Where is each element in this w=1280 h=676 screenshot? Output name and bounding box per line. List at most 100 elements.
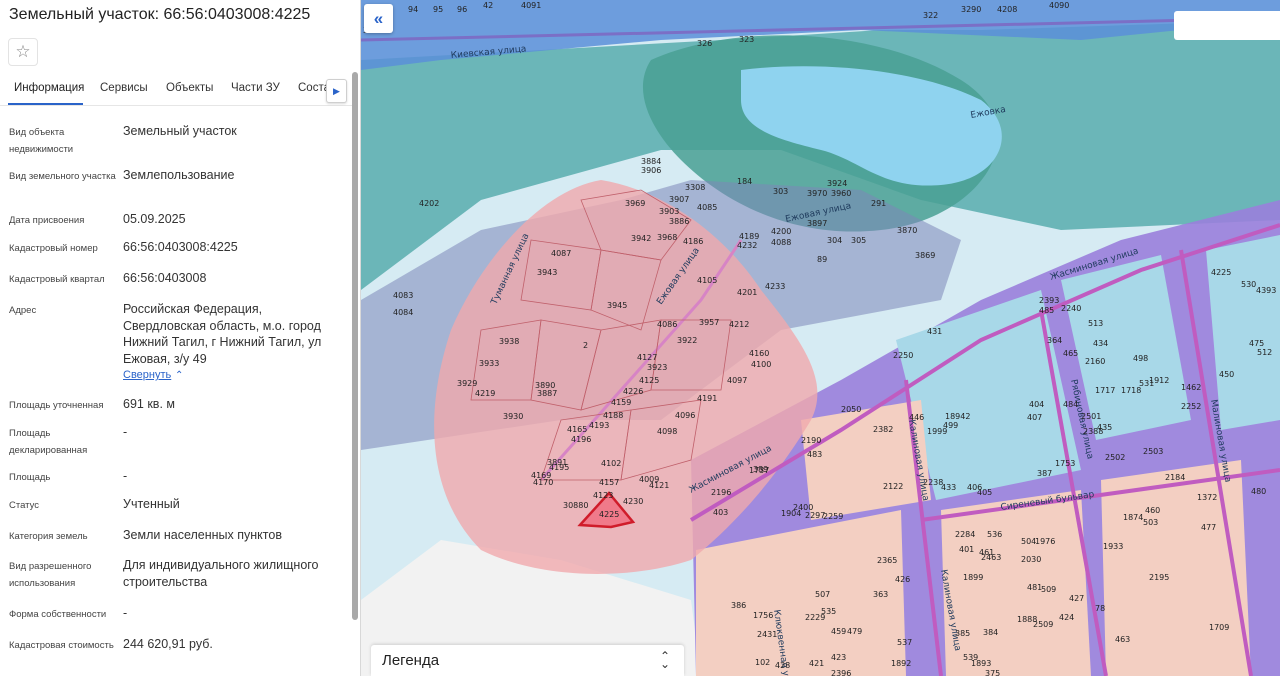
- label-ownership: Форма собственности: [9, 609, 107, 620]
- active-tab-underline: [8, 103, 83, 105]
- parcel-number: 364: [1047, 336, 1062, 345]
- tabs-scroll-right-icon[interactable]: ▶: [326, 79, 347, 103]
- parcel-number: 4226: [623, 387, 643, 396]
- parcel-number: 4193: [589, 421, 609, 430]
- parcel-number: 2240: [1061, 304, 1081, 313]
- info-panel: Земельный участок: 66:56:0403008:4225 ☆ …: [0, 0, 361, 676]
- label-area-declared: Площадь декларированная: [9, 428, 88, 456]
- parcel-number: 1976: [1035, 537, 1055, 546]
- parcel-number: 503: [1143, 518, 1158, 527]
- parcel-number: 2: [583, 341, 588, 350]
- parcel-number: 4195: [549, 463, 569, 472]
- map-search-box[interactable]: [1174, 11, 1280, 40]
- parcel-number: 2388: [1083, 427, 1103, 436]
- tab-objects[interactable]: Объекты: [166, 82, 213, 94]
- parcel-number: 512: [1257, 348, 1272, 357]
- parcel-number: 4186: [683, 237, 703, 246]
- parcel-number: 2250: [893, 351, 913, 360]
- parcel-number: 4230: [623, 497, 643, 506]
- parcel-number: 4165: [567, 425, 587, 434]
- parcel-number: 509: [1041, 585, 1056, 594]
- parcel-number: 3922: [677, 336, 697, 345]
- parcel-number: 4219: [475, 389, 495, 398]
- parcel-number: 1462: [1181, 383, 1201, 392]
- parcel-number: 3969: [625, 199, 645, 208]
- parcel-number: 2365: [877, 556, 897, 565]
- legend-bar[interactable]: Легенда ⌃ ⌄: [371, 645, 684, 676]
- parcel-number: 499: [943, 421, 958, 430]
- parcel-number: 3945: [607, 301, 627, 310]
- parcel-number: 481: [1027, 583, 1042, 592]
- parcel-number: 1717: [1095, 386, 1115, 395]
- parcel-number: 2252: [1181, 402, 1201, 411]
- parcel-number: 2229: [805, 613, 825, 622]
- parcel-number: 423: [831, 653, 846, 662]
- parcel-number: 2030: [1021, 555, 1041, 564]
- parcel-number: 4212: [729, 320, 749, 329]
- parcel-number: 30880: [563, 501, 588, 510]
- parcel-number: 4105: [697, 276, 717, 285]
- expand-collapse-icon[interactable]: ⌃ ⌄: [660, 650, 670, 670]
- value-area-declared: -: [123, 425, 128, 439]
- parcel-number: 485: [1039, 306, 1054, 315]
- parcel-number: 4201: [737, 288, 757, 297]
- parcel-number: 4123: [593, 491, 613, 500]
- parcel-number: 463: [1115, 635, 1130, 644]
- parcel-number: 4084: [393, 308, 413, 317]
- tab-parts[interactable]: Части ЗУ: [231, 82, 280, 94]
- parcel-number: 3308: [685, 183, 705, 192]
- parcel-number: 4160: [749, 349, 769, 358]
- value-permitted-use: Для индивидуального жилищного строительс…: [123, 558, 319, 589]
- parcel-number: 407: [1027, 413, 1042, 422]
- parcel-number: 4188: [603, 411, 623, 420]
- parcel-number: 4088: [771, 238, 791, 247]
- parcel-number: 4086: [657, 320, 677, 329]
- panel-scrollbar[interactable]: [352, 72, 358, 620]
- parcel-number: 3923: [647, 363, 667, 372]
- panel-title: Земельный участок: 66:56:0403008:4225: [9, 6, 311, 23]
- parcel-number: 450: [1219, 370, 1234, 379]
- parcel-number: 3906: [641, 166, 661, 175]
- parcel-number: 3903: [659, 207, 679, 216]
- map-canvas[interactable]: 4225 Киевская улица Ежовая улица Ежовая …: [361, 0, 1280, 676]
- parcel-number: 403: [713, 508, 728, 517]
- parcel-number: 2502: [1105, 453, 1125, 462]
- parcel-number: 375: [985, 669, 1000, 676]
- parcel-number: 1893: [971, 659, 991, 668]
- chevron-up-icon[interactable]: ⌃: [175, 370, 183, 381]
- parcel-number: 4097: [727, 376, 747, 385]
- value-status: Учтенный: [123, 497, 180, 511]
- parcel-number: 498: [1133, 354, 1148, 363]
- label-area-specified: Площадь уточненная: [9, 400, 104, 411]
- cadastral-map[interactable]: 4225 Киевская улица Ежовая улица Ежовая …: [361, 0, 1280, 676]
- parcel-number: 4098: [657, 427, 677, 436]
- label-parcel-type: Вид земельного участка: [9, 171, 116, 182]
- label-cadastral-quarter: Кадастровый квартал: [9, 274, 105, 285]
- parcel-number: 4083: [393, 291, 413, 300]
- parcel-number: 2503: [1143, 447, 1163, 456]
- parcel-number: 4202: [419, 199, 439, 208]
- parcel-number: 4121: [649, 481, 669, 490]
- parcel-number: 94: [408, 5, 418, 14]
- tab-services[interactable]: Сервисы: [100, 82, 148, 94]
- collapse-panel-icon[interactable]: «: [364, 4, 393, 33]
- parcel-number: 2463: [981, 553, 1001, 562]
- collapse-address-link[interactable]: Свернуть: [123, 369, 171, 381]
- parcel-number: 4159: [611, 398, 631, 407]
- label-object-type: Вид объекта недвижимости: [9, 127, 74, 155]
- parcel-number: 4125: [639, 376, 659, 385]
- parcel-number: 305: [851, 236, 866, 245]
- label-status: Статус: [9, 500, 40, 511]
- parcel-number: 1933: [1103, 542, 1123, 551]
- value-cadastral-value: 244 620,91 руб.: [123, 637, 213, 651]
- label-address: Адрес: [9, 305, 37, 316]
- tab-information[interactable]: Информация: [14, 82, 84, 94]
- parcel-number: 434: [1093, 339, 1108, 348]
- tab-bar: Информация Сервисы Объекты Части ЗУ Сост…: [0, 76, 352, 106]
- parcel-number: 3869: [915, 251, 935, 260]
- parcel-number: 3938: [499, 337, 519, 346]
- selected-parcel-label: 4225: [599, 510, 619, 519]
- parcel-number: 1892: [891, 659, 911, 668]
- favorite-star-icon[interactable]: ☆: [8, 38, 38, 66]
- parcel-number: 303: [773, 187, 788, 196]
